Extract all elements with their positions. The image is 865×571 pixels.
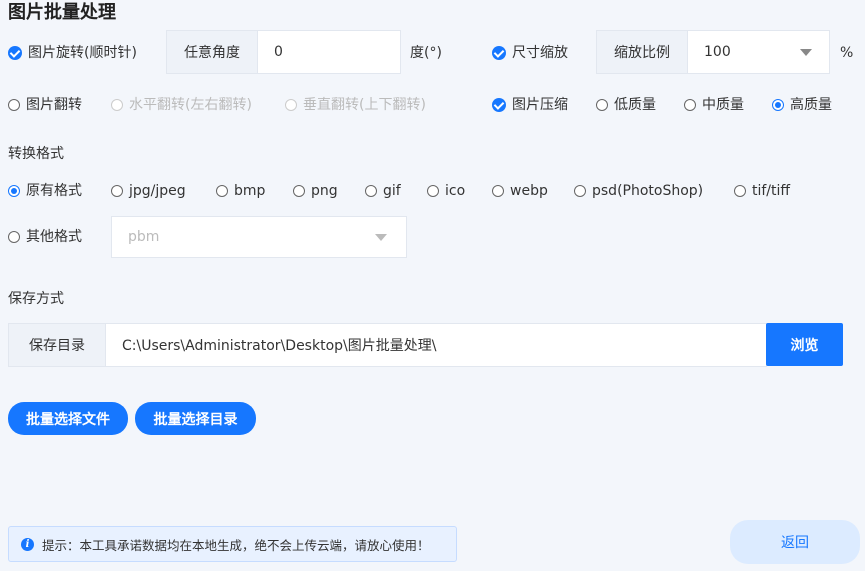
format-label-gif: gif	[383, 183, 401, 199]
radio-icon	[216, 185, 228, 197]
back-button[interactable]: 返回	[730, 520, 860, 564]
format-radio-bmp[interactable]: bmp	[216, 181, 265, 201]
radio-icon	[427, 185, 439, 197]
angle-input[interactable]: 0	[257, 30, 401, 74]
format-label-jpg: jpg/jpeg	[129, 183, 186, 199]
radio-icon	[293, 185, 305, 197]
format-label-other: 其他格式	[26, 229, 82, 245]
checked-icon	[492, 46, 506, 60]
compress-checkbox[interactable]: 图片压缩	[492, 95, 568, 115]
tip-banner: i 提示：本工具承诺数据均在本地生成，绝不会上传云端，请放心使用！	[8, 526, 457, 562]
radio-icon	[111, 99, 123, 111]
select-dir-button[interactable]: 批量选择目录	[135, 402, 256, 435]
format-radio-ico[interactable]: ico	[427, 181, 465, 201]
tip-text: 提示：本工具承诺数据均在本地生成，绝不会上传云端，请放心使用！	[42, 537, 430, 553]
other-format-select[interactable]: pbm	[111, 216, 407, 258]
chevron-down-icon	[375, 234, 387, 241]
checked-icon	[8, 46, 22, 60]
ratio-label: 缩放比例	[596, 30, 688, 74]
browse-button[interactable]: 浏览	[766, 323, 843, 366]
radio-icon	[596, 99, 608, 111]
format-section-title: 转换格式	[8, 146, 64, 162]
radio-icon	[734, 185, 746, 197]
page-title: 图片批量处理	[8, 2, 116, 23]
format-label-png: png	[311, 183, 338, 199]
flip-radio[interactable]: 图片翻转	[8, 95, 82, 115]
ratio-value: 100	[704, 44, 731, 60]
format-radio-psd[interactable]: psd(PhotoShop)	[574, 181, 703, 201]
format-label-psd: psd(PhotoShop)	[592, 183, 704, 199]
compress-label: 图片压缩	[512, 97, 568, 113]
chevron-down-icon	[800, 49, 812, 56]
format-radio-original[interactable]: 原有格式	[8, 181, 82, 201]
resize-checkbox[interactable]: 尺寸缩放	[492, 43, 568, 63]
info-icon: i	[21, 537, 34, 551]
quality-low-label: 低质量	[614, 97, 656, 113]
format-radio-jpg[interactable]: jpg/jpeg	[111, 181, 186, 201]
other-format-value: pbm	[128, 229, 160, 245]
quality-high-label: 高质量	[790, 97, 832, 113]
radio-icon	[285, 99, 297, 111]
flip-label: 图片翻转	[26, 97, 82, 113]
radio-icon	[111, 185, 123, 197]
format-radio-gif[interactable]: gif	[365, 181, 401, 201]
quality-high-radio[interactable]: 高质量	[772, 95, 832, 115]
angle-unit: 度(°)	[410, 45, 442, 61]
flip-horizontal-radio[interactable]: 水平翻转(左右翻转)	[111, 95, 252, 115]
rotate-label: 图片旋转(顺时针)	[28, 45, 137, 61]
rotate-checkbox[interactable]: 图片旋转(顺时针)	[8, 43, 137, 63]
quality-low-radio[interactable]: 低质量	[596, 95, 656, 115]
quality-mid-radio[interactable]: 中质量	[684, 95, 744, 115]
save-dir-label: 保存目录	[8, 323, 106, 367]
flip-vertical-label: 垂直翻转(上下翻转)	[303, 97, 426, 113]
angle-label: 任意角度	[166, 30, 258, 74]
quality-mid-label: 中质量	[702, 97, 744, 113]
flip-horizontal-label: 水平翻转(左右翻转)	[129, 97, 252, 113]
format-label-bmp: bmp	[234, 183, 266, 199]
ratio-unit: %	[840, 45, 854, 61]
format-radio-webp[interactable]: webp	[492, 181, 548, 201]
radio-icon	[492, 185, 504, 197]
resize-label: 尺寸缩放	[512, 45, 568, 61]
format-radio-png[interactable]: png	[293, 181, 338, 201]
radio-icon	[8, 231, 20, 243]
radio-checked-icon	[8, 185, 20, 197]
format-radio-other[interactable]: 其他格式	[8, 227, 82, 247]
format-radio-tif[interactable]: tif/tiff	[734, 181, 790, 201]
select-files-button[interactable]: 批量选择文件	[8, 402, 128, 435]
radio-icon	[365, 185, 377, 197]
radio-checked-icon	[772, 99, 784, 111]
radio-icon	[8, 99, 20, 111]
format-label-ico: ico	[445, 183, 466, 199]
checked-icon	[492, 98, 506, 112]
save-section-title: 保存方式	[8, 291, 64, 307]
format-label-tif: tif/tiff	[752, 183, 791, 199]
radio-icon	[574, 185, 586, 197]
radio-icon	[684, 99, 696, 111]
format-label-original: 原有格式	[26, 183, 82, 199]
save-dir-input[interactable]: C:\Users\Administrator\Desktop\图片批量处理\	[105, 323, 767, 367]
format-label-webp: webp	[510, 183, 548, 199]
flip-vertical-radio[interactable]: 垂直翻转(上下翻转)	[285, 95, 426, 115]
